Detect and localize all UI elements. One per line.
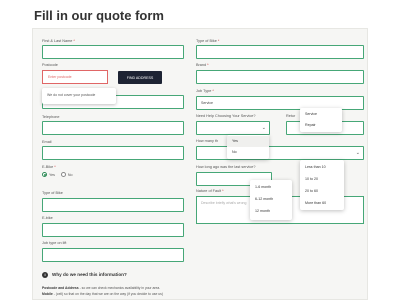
radio-checked-icon bbox=[42, 172, 47, 177]
ebike-radio-group: Yes No bbox=[42, 172, 72, 177]
ebike-yes-label: Yes bbox=[49, 172, 55, 177]
chevron-down-icon: ⌄ bbox=[355, 150, 360, 156]
telephone-label: Telephone bbox=[42, 115, 60, 119]
type-of-bike-select[interactable] bbox=[196, 45, 364, 59]
brand-label: Brand* bbox=[196, 63, 209, 67]
option-yes[interactable]: Yes bbox=[227, 136, 269, 147]
option-more-than-60[interactable]: More than 60 bbox=[300, 198, 344, 209]
job-type-lift-label: Job type on lift bbox=[42, 241, 67, 245]
distance-dropdown: Less than 10 10 to 20 20 to 60 More than… bbox=[300, 160, 344, 210]
option-less-than-10[interactable]: Less than 10 bbox=[300, 162, 344, 173]
last-service-dropdown: 1-6 month 6-12 month 12 month bbox=[250, 180, 292, 220]
name-label: First & Last Name* bbox=[42, 39, 75, 43]
postcode-error-tooltip: We do not cover your postcode bbox=[42, 88, 116, 104]
option-1-6-month[interactable]: 1-6 month bbox=[250, 182, 292, 193]
ebike-no-label: No bbox=[67, 172, 73, 177]
info-title: Why do we need this information? bbox=[52, 272, 127, 277]
ebike-yes-radio[interactable]: Yes bbox=[42, 172, 55, 177]
how-many-label: How many th bbox=[196, 139, 219, 143]
page-title: Fill in our quote form bbox=[34, 8, 164, 23]
option-10-to-20[interactable]: 10 to 20 bbox=[300, 174, 344, 185]
name-field[interactable] bbox=[42, 45, 184, 59]
job-type-label: Job Type* bbox=[196, 89, 214, 93]
type-of-bike-label-left: Type of Bike bbox=[42, 191, 63, 195]
find-address-button[interactable]: FIND ADDRESS bbox=[118, 71, 162, 84]
telephone-field[interactable] bbox=[42, 121, 184, 135]
email-label: Email bbox=[42, 140, 52, 144]
type-of-bike-field-left[interactable] bbox=[42, 198, 184, 212]
brand-select[interactable] bbox=[196, 70, 364, 84]
nature-of-fault-label: Nature of Fault* bbox=[196, 189, 224, 193]
option-service[interactable]: Service bbox=[300, 109, 342, 120]
ebike-label: E-Bike* bbox=[42, 165, 56, 169]
ebike-field[interactable] bbox=[42, 223, 184, 237]
nature-of-fault-placeholder: Describe briefly what's wrong bbox=[201, 201, 247, 205]
return-label: Retur bbox=[286, 114, 296, 118]
service-repair-dropdown: Service Repair bbox=[300, 108, 342, 132]
postcode-input[interactable]: Enter postcode bbox=[42, 70, 108, 84]
ebike-field-label: E-bike bbox=[42, 216, 53, 220]
radio-unchecked-icon bbox=[60, 172, 66, 177]
postcode-placeholder: Enter postcode bbox=[48, 75, 72, 79]
chevron-down-icon: ⌄ bbox=[261, 125, 266, 131]
option-20-to-60[interactable]: 20 to 60 bbox=[300, 186, 344, 197]
job-type-lift-field[interactable] bbox=[42, 248, 184, 262]
how-many-select[interactable]: ⌄ bbox=[196, 146, 364, 160]
info-mobile-line: Mobile - (cell) so that on the day that … bbox=[42, 292, 164, 296]
option-repair[interactable]: Repair bbox=[300, 120, 342, 131]
postcode-label: Postcode bbox=[42, 63, 58, 67]
email-field[interactable] bbox=[42, 146, 184, 160]
yes-no-dropdown: Yes No bbox=[227, 135, 269, 159]
how-long-label: How long ago was the last service? bbox=[196, 165, 256, 169]
type-of-bike-label-right: Type of Bike* bbox=[196, 39, 220, 43]
need-help-select[interactable]: ⌄ bbox=[196, 121, 270, 135]
postcode-error-text: We do not cover your postcode bbox=[47, 93, 96, 97]
ebike-no-radio[interactable]: No bbox=[60, 172, 73, 177]
info-icon: i bbox=[42, 272, 48, 278]
option-12-month[interactable]: 12 month bbox=[250, 206, 292, 217]
info-postcode-line: Postcode and Address - so we can check m… bbox=[42, 286, 161, 290]
option-6-12-month[interactable]: 6-12 month bbox=[250, 194, 292, 205]
need-help-label: Need Help Choosing Your Service? bbox=[196, 114, 256, 118]
job-type-value: Service bbox=[201, 101, 213, 105]
option-no[interactable]: No bbox=[227, 147, 269, 158]
